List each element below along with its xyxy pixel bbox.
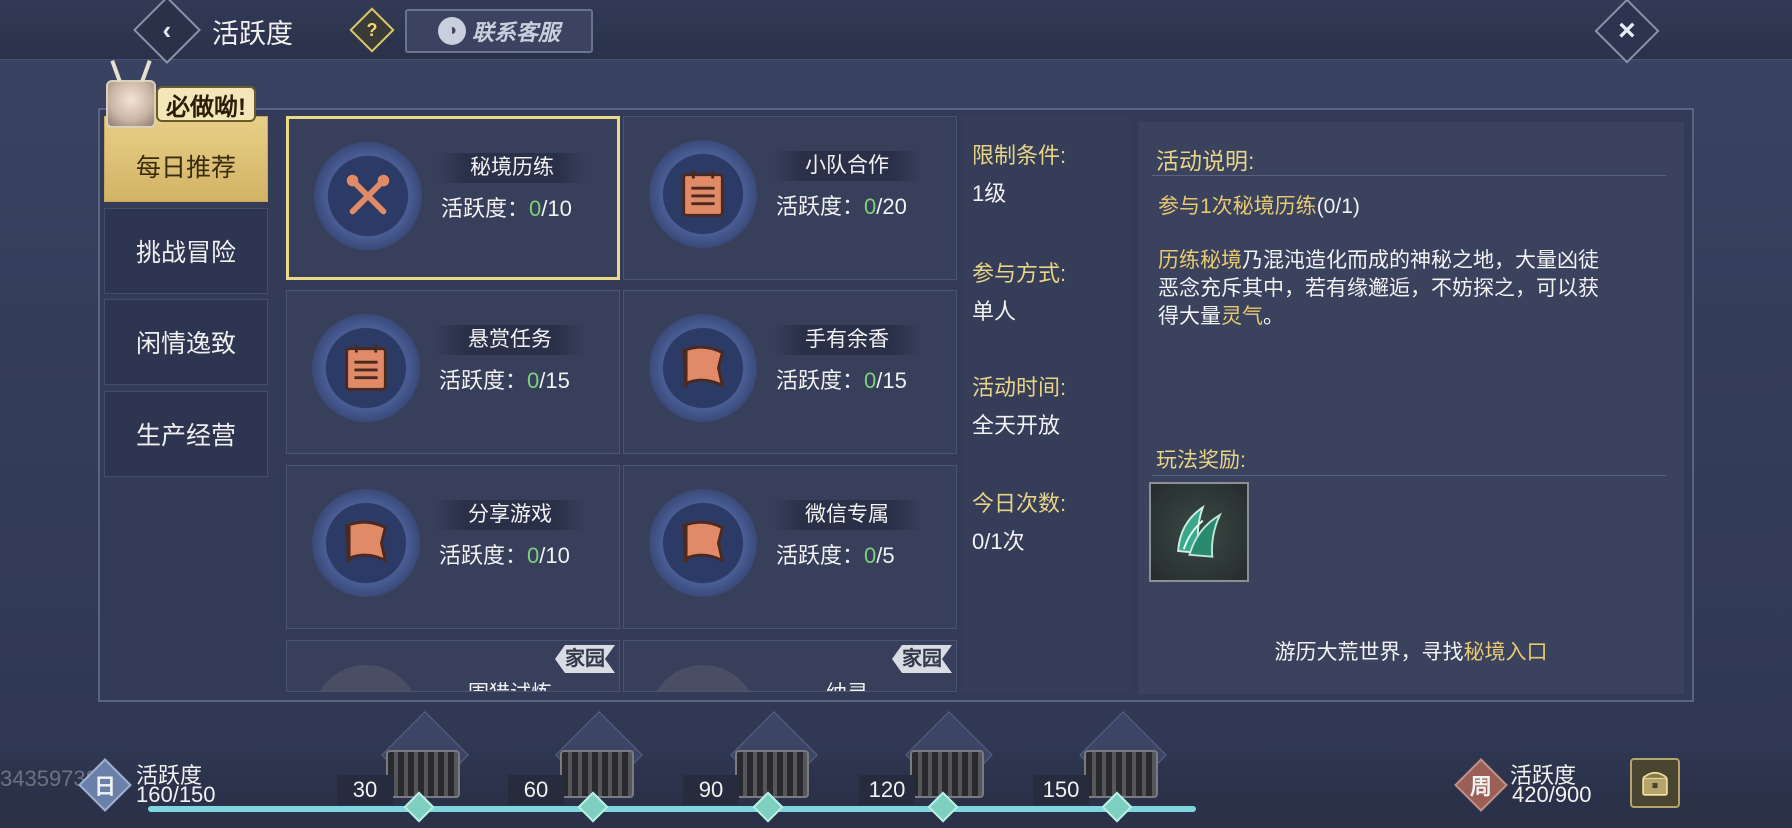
tab-daily-recommend[interactable]: 每日推荐: [104, 116, 268, 202]
mode-label: 参与方式:: [972, 261, 1067, 286]
tab-label: 闲情逸致: [135, 330, 236, 358]
milestone-value: 120: [859, 775, 915, 805]
flag-icon: [312, 489, 420, 597]
chevron-left-icon: ‹: [162, 14, 172, 45]
divider: [1152, 175, 1666, 176]
activity-progress: 活跃度：0/10: [441, 196, 572, 221]
tab-label: 每日推荐: [135, 154, 236, 182]
activity-name: 微信专属: [772, 500, 922, 530]
limit-value: 1级: [972, 181, 1007, 206]
activity-progress: 活跃度：0/15: [776, 368, 907, 393]
activity-name: 纳灵: [772, 677, 922, 691]
task-requirement: 参与1次秘境历练(0/1): [1158, 195, 1360, 218]
count-value: 0/1次: [972, 529, 1025, 554]
activity-card[interactable]: 悬赏任务 活跃度：0/15: [286, 290, 620, 454]
limit-label: 限制条件:: [972, 143, 1067, 168]
divider: [1152, 475, 1666, 476]
avatar: [106, 80, 156, 128]
home-tag: 家园: [892, 645, 952, 673]
flag-icon: [649, 489, 757, 597]
activity-progress: 活跃度：0/5: [776, 543, 895, 568]
calendar-icon: [312, 314, 420, 422]
tab-challenge[interactable]: 挑战冒险: [104, 208, 268, 294]
daily-value: 160/150: [136, 782, 216, 807]
time-label: 活动时间:: [972, 375, 1067, 400]
activity-name: 围猎试炼: [435, 677, 585, 691]
daily-progress-fill: [148, 806, 1196, 812]
milestone-value: 60: [508, 775, 564, 805]
tab-leisure[interactable]: 闲情逸致: [104, 299, 268, 385]
description-text: 恶念充斥其中，若有缘邂逅，不妨探之，可以获: [1158, 277, 1599, 300]
must-do-badge: 必做呦!: [106, 80, 262, 128]
spirit-crystal-icon[interactable]: [1149, 482, 1249, 582]
reward-chest[interactable]: [1079, 711, 1167, 799]
tab-production[interactable]: 生产经营: [104, 391, 268, 477]
activity-progress: 活跃度：0/10: [439, 543, 570, 568]
activity-card[interactable]: 小队合作 活跃度：0/20: [623, 116, 957, 280]
activity-name: 小队合作: [772, 151, 922, 181]
reward-chest[interactable]: [555, 711, 643, 799]
location-hint: 游历大荒世界，寻找秘境入口: [1274, 641, 1548, 664]
activity-card[interactable]: 家园 纳灵: [623, 640, 957, 692]
activity-name: 秘境历练: [437, 153, 587, 183]
flag-icon: [649, 314, 757, 422]
calendar-icon: [649, 140, 757, 248]
activity-progress: 活跃度：0/15: [439, 368, 570, 393]
must-do-label: 必做呦!: [156, 86, 256, 122]
milestone-value: 150: [1033, 775, 1089, 805]
milestone-value: 30: [337, 775, 393, 805]
customer-service-button[interactable]: ◑ 联系客服: [405, 9, 593, 53]
weekly-value: 420/900: [1512, 782, 1592, 807]
tab-label: 生产经营: [135, 422, 236, 450]
close-icon: ×: [1618, 14, 1636, 47]
crossed-tools-icon: [314, 142, 422, 250]
activity-icon: [312, 665, 420, 691]
activity-card[interactable]: 家园 围猎试炼: [286, 640, 620, 692]
tab-label: 挑战冒险: [135, 239, 236, 267]
description-text: 历练秘境乃混沌造化而成的神秘之地，大量凶徒: [1158, 249, 1599, 272]
reward-chest[interactable]: [381, 711, 469, 799]
milestone-value: 90: [683, 775, 739, 805]
activity-card[interactable]: 微信专属 活跃度：0/5: [623, 465, 957, 629]
description-title: 活动说明:: [1156, 148, 1255, 174]
page-title: 活跃度: [212, 19, 293, 49]
count-label: 今日次数:: [972, 491, 1067, 516]
activity-card[interactable]: 手有余香 活跃度：0/15: [623, 290, 957, 454]
treasure-chest-icon[interactable]: [1630, 758, 1680, 808]
activity-name: 分享游戏: [435, 500, 585, 530]
reward-title: 玩法奖励:: [1156, 449, 1246, 472]
reward-chest[interactable]: [730, 711, 818, 799]
activity-name: 手有余香: [772, 325, 922, 355]
activity-icon: [649, 665, 757, 691]
home-tag: 家园: [555, 645, 615, 673]
question-icon: ?: [366, 19, 378, 40]
headset-icon: ◑: [437, 17, 466, 45]
activity-card[interactable]: 分享游戏 活跃度：0/10: [286, 465, 620, 629]
customer-service-label: 联系客服: [471, 20, 560, 45]
activity-progress: 活跃度：0/20: [776, 194, 907, 219]
time-value: 全天开放: [972, 413, 1061, 438]
description-text: 得大量灵气。: [1158, 305, 1284, 328]
activity-name: 悬赏任务: [435, 325, 585, 355]
mode-value: 单人: [972, 299, 1017, 324]
activity-card[interactable]: 秘境历练 活跃度：0/10: [286, 116, 620, 280]
reward-chest[interactable]: [905, 711, 993, 799]
